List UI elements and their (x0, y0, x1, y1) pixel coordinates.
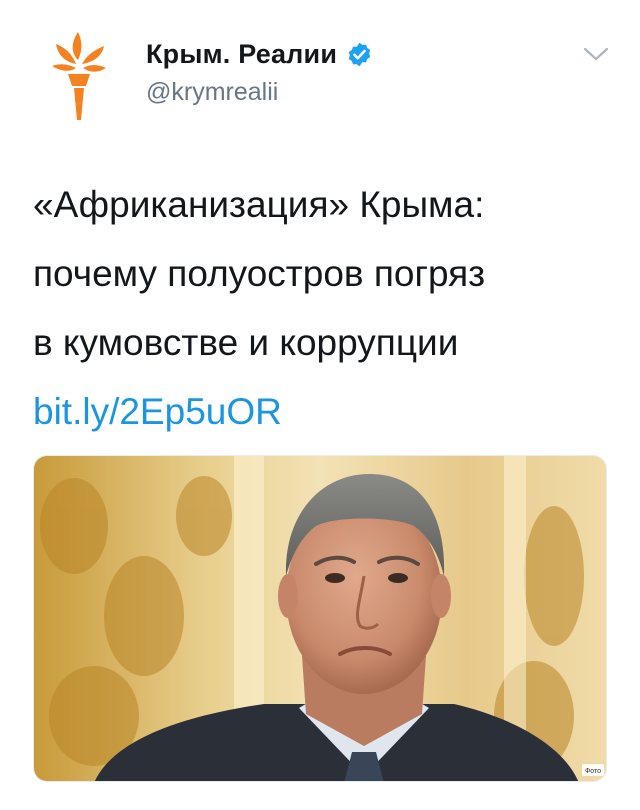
author-block[interactable]: Крым. Реалии @krymrealii (146, 36, 373, 107)
author-display-name[interactable]: Крым. Реалии (146, 39, 337, 70)
torch-logo-icon[interactable] (48, 30, 110, 122)
tweet-text-line: «Африканизация» Крыма: (33, 184, 485, 225)
tweet-text-line: в кумовстве и коррупции (33, 322, 459, 363)
photo-image: Фото (34, 456, 606, 781)
tweet-link[interactable]: bit.ly/2Ep5uOR (33, 377, 623, 446)
tweet-text-line: почему полуостров погряз (33, 253, 486, 294)
photo-watermark: Фото (585, 768, 601, 775)
chevron-down-icon[interactable] (582, 44, 610, 64)
author-handle[interactable]: @krymrealii (146, 78, 373, 107)
tweet-text: «Африканизация» Крыма: почему полуостров… (33, 170, 623, 446)
tweet-media-photo[interactable]: Фото (33, 455, 607, 782)
tweet-header: Крым. Реалии @krymrealii (0, 0, 640, 150)
verified-badge-icon (348, 42, 371, 66)
